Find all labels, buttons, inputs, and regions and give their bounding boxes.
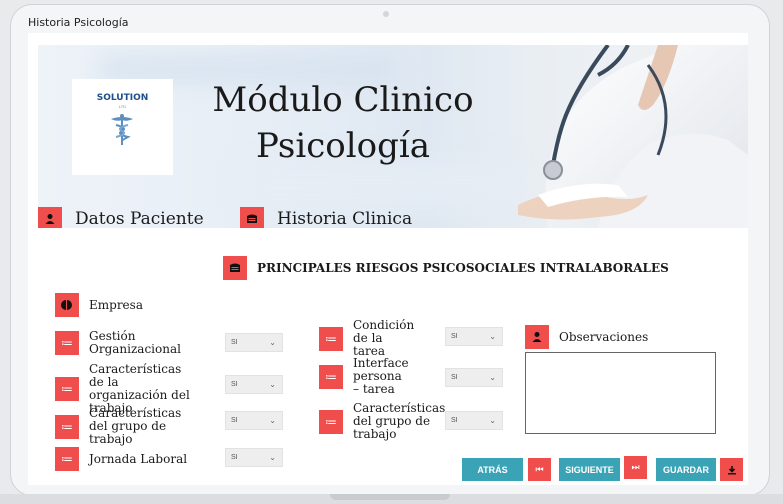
chevron-down-icon: ⌄ xyxy=(269,453,276,462)
caduceus-icon xyxy=(111,114,133,145)
list-icon: ≔ xyxy=(319,409,343,434)
logo-text: SOLUTION xyxy=(96,93,149,103)
observations-textarea[interactable] xyxy=(525,352,716,434)
pie-chart-icon xyxy=(55,293,79,317)
field-gestion-organizacional: ≔ Gestión Organizacional xyxy=(55,330,219,356)
list-icon: ≔ xyxy=(55,414,79,439)
nav-label: Datos Paciente xyxy=(75,209,204,228)
device-notch xyxy=(330,494,450,500)
select-jornada-laboral[interactable]: SI ⌄ xyxy=(225,448,283,467)
header-banner: SOLUTION LTD Módulo Clinico Psicología D… xyxy=(38,45,748,228)
field-condicion-tarea: ≔ Condición de la tarea xyxy=(319,319,415,358)
chevron-down-icon: ⌄ xyxy=(269,380,276,389)
observations-label: Observaciones xyxy=(525,325,648,349)
nav-datos-paciente[interactable]: Datos Paciente xyxy=(38,207,204,228)
app-screen: SOLUTION LTD Módulo Clinico Psicología D… xyxy=(28,33,748,485)
camera-dot xyxy=(383,11,389,17)
list-icon: ≔ xyxy=(55,331,79,355)
select-condicion-tarea[interactable]: SI ⌄ xyxy=(445,327,503,346)
chevron-down-icon: ⌄ xyxy=(489,332,496,341)
nav-label: Historia Clinica xyxy=(277,209,413,228)
field-jornada-laboral: ≔ Jornada Laboral xyxy=(55,447,209,471)
download-icon[interactable] xyxy=(720,458,743,481)
company-field[interactable]: Empresa xyxy=(55,293,143,317)
select-caracteristicas-grupo-2[interactable]: SI ⌄ xyxy=(445,411,503,430)
window-title: Historia Psicología xyxy=(28,16,129,29)
field-caracteristicas-grupo-2: ≔ Características del grupo de trabajo xyxy=(319,402,445,441)
list-icon: ≔ xyxy=(55,377,79,401)
page-title: Módulo Clinico Psicología xyxy=(212,80,474,166)
user-icon xyxy=(525,325,549,349)
back-button[interactable]: ATRÁS xyxy=(462,458,523,481)
field-interface-persona-tarea: ≔ Interface persona – tarea xyxy=(319,357,409,396)
select-interface-persona-tarea[interactable]: SI ⌄ xyxy=(445,368,503,387)
last-page-icon[interactable]: ⏭ xyxy=(624,456,647,479)
select-gestion-organizacional[interactable]: SI ⌄ xyxy=(225,333,283,352)
next-button[interactable]: SIGUIENTE xyxy=(559,458,620,481)
user-icon xyxy=(38,207,62,228)
chevron-down-icon: ⌄ xyxy=(489,416,496,425)
section-title: PRINCIPALES RIESGOS PSICOSOCIALES INTRAL… xyxy=(223,256,669,280)
archive-icon xyxy=(240,207,264,228)
save-button[interactable]: GUARDAR xyxy=(656,458,716,481)
list-icon: ≔ xyxy=(55,447,79,471)
archive-icon xyxy=(223,256,247,280)
list-icon: ≔ xyxy=(319,326,343,351)
logo-subtext: LTD xyxy=(118,104,127,109)
chevron-down-icon: ⌄ xyxy=(269,338,276,347)
select-caracteristicas-organizacion[interactable]: SI ⌄ xyxy=(225,375,283,394)
chevron-down-icon: ⌄ xyxy=(489,373,496,382)
doctor-illustration xyxy=(518,45,748,228)
chevron-down-icon: ⌄ xyxy=(269,416,276,425)
field-caracteristicas-grupo: ≔ Características del grupo de trabajo xyxy=(55,407,201,446)
select-caracteristicas-grupo[interactable]: SI ⌄ xyxy=(225,411,283,430)
company-logo: SOLUTION LTD xyxy=(72,79,173,175)
first-page-icon[interactable]: ⏮ xyxy=(528,458,551,481)
nav-historia-clinica[interactable]: Historia Clinica xyxy=(240,207,412,228)
list-icon: ≔ xyxy=(319,364,343,389)
